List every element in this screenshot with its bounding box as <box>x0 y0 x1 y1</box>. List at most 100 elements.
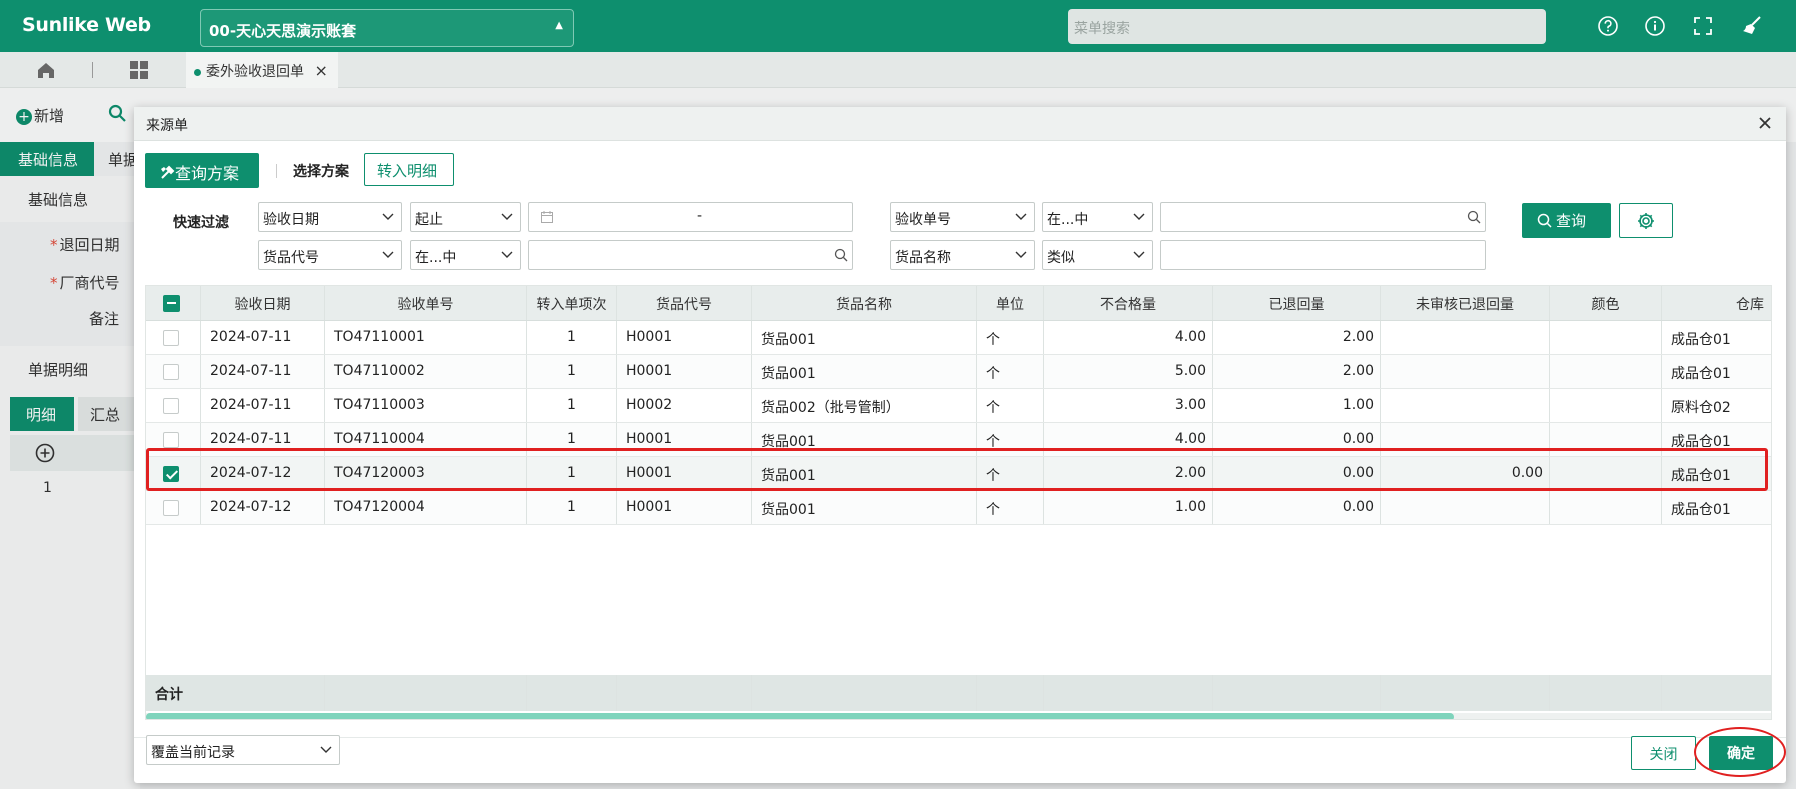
col-header[interactable]: 货品名称 <box>752 286 977 320</box>
cell-unit: 个 <box>977 321 1044 354</box>
cell-date: 2024-07-11 <box>201 355 325 388</box>
cell-returned: 1.00 <box>1213 389 1381 422</box>
filter-field-select-1[interactable]: 验收日期 <box>258 202 402 232</box>
col-header[interactable]: 未审核已退回量 <box>1381 286 1550 320</box>
col-header[interactable]: 已退回量 <box>1213 286 1381 320</box>
table-row[interactable]: 2024-07-11 TO47110003 1 H0002 货品002（批号管制）个 3.… <box>146 389 1771 423</box>
query-scheme-button[interactable]: 查询方案 <box>145 153 259 188</box>
dialog-titlebar: 来源单 <box>134 107 1786 141</box>
account-selector[interactable]: 00-天心天思演示账套 ▲ <box>200 9 574 47</box>
account-name: 00-天心天思演示账套 <box>209 22 357 40</box>
help-icon[interactable] <box>1596 14 1620 38</box>
cell-warehouse: 原料仓02 <box>1662 389 1771 422</box>
cell-code: H0001 <box>617 457 752 490</box>
horizontal-scrollbar[interactable] <box>146 713 1771 719</box>
item-name-input[interactable] <box>1160 240 1486 270</box>
cell-returned: 0.00 <box>1213 457 1381 490</box>
cell-unapproved <box>1381 355 1550 388</box>
col-header[interactable]: 验收单号 <box>325 286 527 320</box>
filter-operator-select-3[interactable]: 在...中 <box>410 240 521 270</box>
col-header[interactable]: 颜色 <box>1550 286 1662 320</box>
table-row[interactable]: 2024-07-11 TO47110001 1 H0001 货品001 个 4.00 2.00… <box>146 321 1771 355</box>
filter-operator-value: 类似 <box>1047 250 1075 266</box>
row-checkbox-cell <box>146 491 201 524</box>
confirm-button[interactable]: 确定 <box>1709 736 1773 770</box>
filter-operator-select-2[interactable]: 在...中 <box>1042 202 1153 232</box>
cell-unapproved <box>1381 491 1550 524</box>
query-button[interactable]: 查询 <box>1522 203 1611 238</box>
col-header[interactable]: 转入单项次 <box>527 286 617 320</box>
cell-returned: 0.00 <box>1213 491 1381 524</box>
filter-operator-select-4[interactable]: 类似 <box>1042 240 1153 270</box>
close-icon[interactable] <box>1756 114 1774 132</box>
transfer-detail-button[interactable]: 转入明细 <box>364 153 454 186</box>
col-header[interactable]: 货品代号 <box>617 286 752 320</box>
item-code-input[interactable] <box>528 240 853 270</box>
cell-unapproved <box>1381 389 1550 422</box>
filter-field-select-3[interactable]: 货品代号 <box>258 240 402 270</box>
menu-search-input[interactable]: 菜单搜索 <box>1068 9 1546 44</box>
row-checkbox-cell <box>146 389 201 422</box>
select-all-checkbox[interactable] <box>163 295 180 312</box>
cell-seq: 1 <box>527 389 617 422</box>
row-checkbox[interactable] <box>163 500 179 516</box>
table-row[interactable]: 2024-07-12 TO47120004 1 H0001 货品001 个 1.00 0.00… <box>146 491 1771 525</box>
chevron-down-icon <box>501 213 513 220</box>
row-checkbox[interactable] <box>163 432 179 448</box>
table-row[interactable]: 2024-07-11 TO47110002 1 H0001 货品001 个 5.00 2.00… <box>146 355 1771 389</box>
cell-bad-qty: 3.00 <box>1044 389 1213 422</box>
cell-color <box>1550 457 1662 490</box>
info-icon[interactable] <box>1643 14 1667 38</box>
filter-field-value: 验收单号 <box>895 212 951 228</box>
table-row[interactable]: 2024-07-11 TO47110004 1 H0001 货品001 个 4.00 0.00… <box>146 423 1771 457</box>
query-label: 查询 <box>1556 212 1587 230</box>
tab-close-icon[interactable]: × <box>314 61 327 80</box>
fullscreen-icon[interactable] <box>1691 14 1715 38</box>
dialog-footer <box>134 737 1786 783</box>
scrollbar-thumb[interactable] <box>146 713 1454 719</box>
cell-warehouse: 成品仓01 <box>1662 355 1771 388</box>
row-checkbox[interactable] <box>163 364 179 380</box>
filter-field-value: 货品代号 <box>263 250 319 266</box>
row-checkbox[interactable] <box>163 398 179 414</box>
select-all-cell <box>146 286 201 320</box>
select-scheme-label[interactable]: 选择方案 <box>293 161 349 181</box>
cell-code: H0001 <box>617 491 752 524</box>
cell-seq: 1 <box>527 423 617 456</box>
col-header[interactable]: 验收日期 <box>201 286 325 320</box>
order-number-input[interactable] <box>1160 202 1486 232</box>
grid-icon[interactable] <box>129 60 149 80</box>
row-checkbox[interactable] <box>163 466 179 482</box>
col-header[interactable]: 不合格量 <box>1044 286 1213 320</box>
col-header[interactable]: 单位 <box>977 286 1044 320</box>
row-checkbox[interactable] <box>163 330 179 346</box>
chevron-down-icon <box>1015 251 1027 258</box>
table-row[interactable]: 2024-07-12 TO47120003 1 H0001 货品001 个 2.00 0.00… <box>146 457 1771 491</box>
home-icon[interactable] <box>36 60 56 80</box>
cover-mode-select[interactable]: 覆盖当前记录 <box>146 735 340 765</box>
cell-unit: 个 <box>977 355 1044 388</box>
close-button[interactable]: 关闭 <box>1631 736 1696 770</box>
cell-name: 货品001 <box>752 423 977 456</box>
filter-operator-select-1[interactable]: 起止 <box>410 202 521 232</box>
footer-cell <box>1044 675 1213 711</box>
cell-bad-qty: 1.00 <box>1044 491 1213 524</box>
row-checkbox-cell <box>146 321 201 354</box>
filter-field-select-4[interactable]: 货品名称 <box>890 240 1035 270</box>
tab-return-order[interactable]: 委外验收退回单 × <box>186 52 338 88</box>
settings-button[interactable] <box>1619 203 1673 238</box>
active-dot-icon <box>194 68 201 76</box>
filter-field-select-2[interactable]: 验收单号 <box>890 202 1035 232</box>
cell-warehouse: 成品仓01 <box>1662 457 1771 490</box>
cell-name: 货品002（批号管制） <box>752 389 977 422</box>
cell-warehouse: 成品仓01 <box>1662 423 1771 456</box>
total-label: 合计 <box>146 675 325 711</box>
chevron-down-icon <box>1133 251 1145 258</box>
col-header[interactable]: 仓库 <box>1662 286 1771 320</box>
cell-name: 货品001 <box>752 457 977 490</box>
cell-code: H0001 <box>617 321 752 354</box>
cell-warehouse: 成品仓01 <box>1662 491 1771 524</box>
broom-icon[interactable] <box>1739 14 1763 38</box>
chevron-down-icon <box>1133 213 1145 220</box>
date-range-input[interactable]: - <box>528 202 853 232</box>
